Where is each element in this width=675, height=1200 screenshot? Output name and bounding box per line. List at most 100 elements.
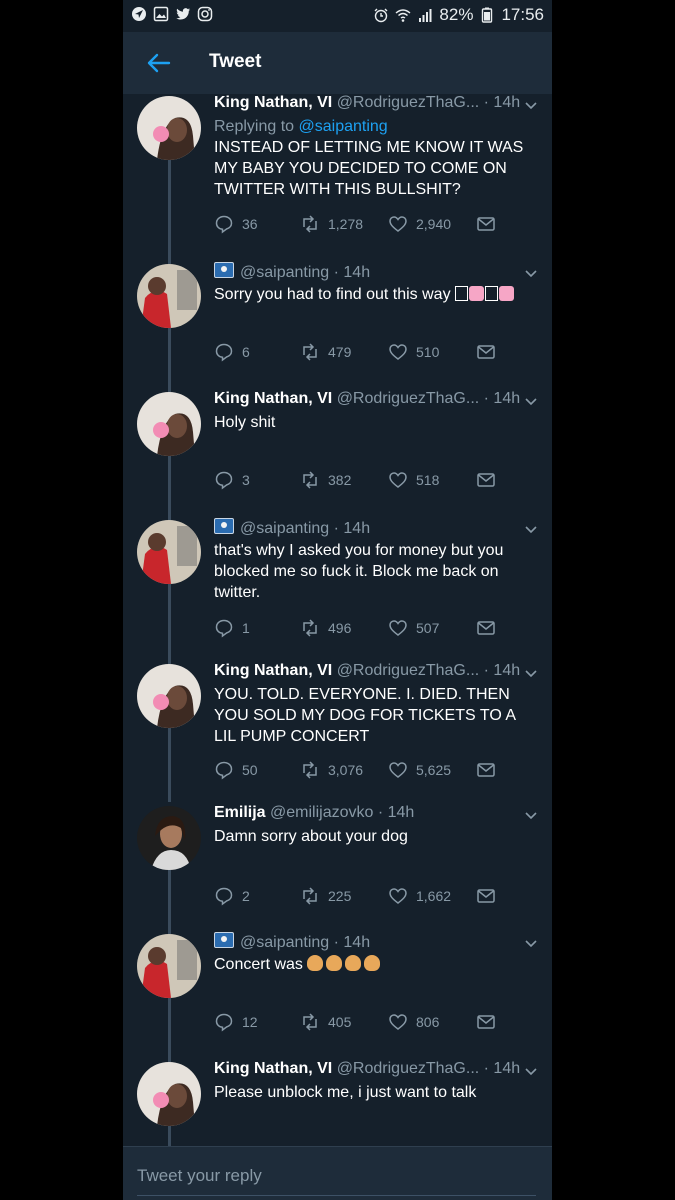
dm-share-button[interactable] [476, 214, 496, 234]
heart-icon [389, 344, 407, 360]
navigation-icon [132, 7, 146, 21]
reply-button[interactable]: 2 [214, 886, 250, 906]
retweet-button[interactable]: 1,278 [300, 214, 363, 234]
thread-feed[interactable]: King Nathan, VI @RodriguezThaG... · 14h … [123, 94, 552, 1146]
chevron-down-icon[interactable] [524, 525, 538, 535]
chevron-down-icon[interactable] [524, 939, 538, 949]
author-name[interactable]: King Nathan, VI [214, 94, 332, 111]
flag-icon [214, 262, 234, 278]
retweet-icon [303, 619, 317, 637]
avatar[interactable] [137, 520, 201, 584]
author-handle[interactable]: @saipanting · 14h [240, 264, 370, 281]
dm-share-button[interactable] [476, 342, 496, 362]
reply-button[interactable]: 50 [214, 760, 258, 780]
author-handle[interactable]: @emilijazovko · 14h [270, 804, 414, 821]
author-handle[interactable]: @saipanting · 14h [240, 934, 370, 951]
chevron-down-icon[interactable] [524, 1067, 538, 1077]
tweet-actions: 6 479 510 [214, 342, 514, 364]
chevron-down-icon[interactable] [524, 101, 538, 111]
tweet[interactable]: Emilija @emilijazovko · 14h Damn sorry a… [123, 804, 552, 914]
battery-icon [482, 7, 493, 23]
dm-share-button[interactable] [476, 886, 496, 906]
dm-share-button[interactable] [476, 470, 496, 490]
tweet-header: King Nathan, VI @RodriguezThaG... · 14h [214, 94, 520, 112]
like-button[interactable]: 510 [388, 342, 439, 362]
dm-share-button[interactable] [476, 1012, 496, 1032]
tweet[interactable]: King Nathan, VI @RodriguezThaG... · 14h … [123, 662, 552, 790]
retweet-button[interactable]: 496 [300, 618, 351, 638]
retweet-button[interactable]: 225 [300, 886, 351, 906]
retweet-count: 479 [328, 344, 352, 360]
author-name[interactable]: Emilija [214, 804, 266, 821]
input-underline [137, 1195, 536, 1196]
reply-icon [215, 761, 233, 780]
chevron-down-icon[interactable] [524, 811, 538, 821]
avatar[interactable] [137, 934, 201, 998]
tweet[interactable]: @saipanting · 14h Sorry you had to find … [123, 262, 552, 372]
reply-button[interactable]: 12 [214, 1012, 258, 1032]
author-handle[interactable]: @RodriguezThaG... · 14h [337, 662, 520, 679]
avatar[interactable] [137, 96, 201, 160]
author-name[interactable]: King Nathan, VI [214, 1060, 332, 1077]
like-button[interactable]: 1,662 [388, 886, 451, 906]
chevron-down-icon[interactable] [524, 269, 538, 279]
reply-button[interactable]: 3 [214, 470, 250, 490]
reply-icon [215, 1013, 233, 1032]
retweet-button[interactable]: 405 [300, 1012, 351, 1032]
chevron-down-icon[interactable] [524, 669, 538, 679]
back-arrow-icon[interactable] [145, 50, 171, 76]
tweet[interactable]: King Nathan, VI @RodriguezThaG... · 14h … [123, 1060, 552, 1146]
avatar[interactable] [137, 392, 201, 456]
retweet-button[interactable]: 3,076 [300, 760, 363, 780]
like-button[interactable]: 5,625 [388, 760, 451, 780]
avatar[interactable] [137, 1062, 201, 1126]
author-handle[interactable]: @RodriguezThaG... · 14h [337, 94, 520, 111]
flag-icon [214, 518, 234, 534]
status-bar: 82% 17:56 [123, 0, 552, 32]
tweet[interactable]: @saipanting · 14h Concert was 12 405 806 [123, 932, 552, 1042]
chevron-down-icon[interactable] [524, 397, 538, 407]
ok-hand-emoji-icon [326, 955, 343, 971]
reply-input[interactable]: Tweet your reply [137, 1166, 262, 1186]
dm-share-button[interactable] [476, 618, 496, 638]
tweet[interactable]: King Nathan, VI @RodriguezThaG... · 14h … [123, 390, 552, 500]
avatar[interactable] [137, 664, 201, 728]
tweet-actions: 36 1,278 2,940 [214, 214, 514, 236]
retweet-icon [303, 343, 317, 361]
like-button[interactable]: 507 [388, 618, 439, 638]
avatar[interactable] [137, 264, 201, 328]
tweet-header: @saipanting · 14h [214, 932, 512, 952]
author-handle[interactable]: @RodriguezThaG... · 14h [337, 1060, 520, 1077]
avatar[interactable] [137, 806, 201, 870]
pink-emoji-icon [499, 286, 515, 301]
reply-composer[interactable]: Tweet your reply [123, 1146, 552, 1200]
reply-button[interactable]: 6 [214, 342, 250, 362]
signal-icon [419, 9, 432, 22]
tweet[interactable]: @saipanting · 14h that's why I asked you… [123, 518, 552, 648]
reply-to-link[interactable]: @saipanting [299, 118, 388, 135]
reply-count: 3 [242, 472, 250, 488]
retweet-icon [303, 761, 317, 779]
heart-icon [389, 1014, 407, 1030]
like-button[interactable]: 2,940 [388, 214, 451, 234]
like-button[interactable]: 806 [388, 1012, 439, 1032]
tweet[interactable]: King Nathan, VI @RodriguezThaG... · 14h … [123, 94, 552, 244]
tweet-text: YOU. TOLD. EVERYONE. I. DIED. THEN YOU S… [214, 684, 539, 747]
ok-hand-emoji-icon [364, 955, 381, 971]
like-button[interactable]: 518 [388, 470, 439, 490]
ok-hand-emoji-icon [345, 955, 362, 971]
author-handle[interactable]: @RodriguezThaG... · 14h [337, 390, 520, 407]
mail-icon [477, 473, 495, 487]
retweet-button[interactable]: 479 [300, 342, 351, 362]
dm-share-button[interactable] [476, 760, 496, 780]
unknown-glyph-icon [485, 286, 499, 301]
author-name[interactable]: King Nathan, VI [214, 662, 332, 679]
top-app-bar: Tweet [123, 32, 552, 94]
tweet-body: YOU. TOLD. EVERYONE. I. DIED. THEN YOU S… [214, 686, 516, 745]
reply-button[interactable]: 1 [214, 618, 250, 638]
reply-button[interactable]: 36 [214, 214, 258, 234]
retweet-button[interactable]: 382 [300, 470, 351, 490]
author-name[interactable]: King Nathan, VI [214, 390, 332, 407]
clock: 17:56 [501, 5, 544, 24]
author-handle[interactable]: @saipanting · 14h [240, 520, 370, 537]
